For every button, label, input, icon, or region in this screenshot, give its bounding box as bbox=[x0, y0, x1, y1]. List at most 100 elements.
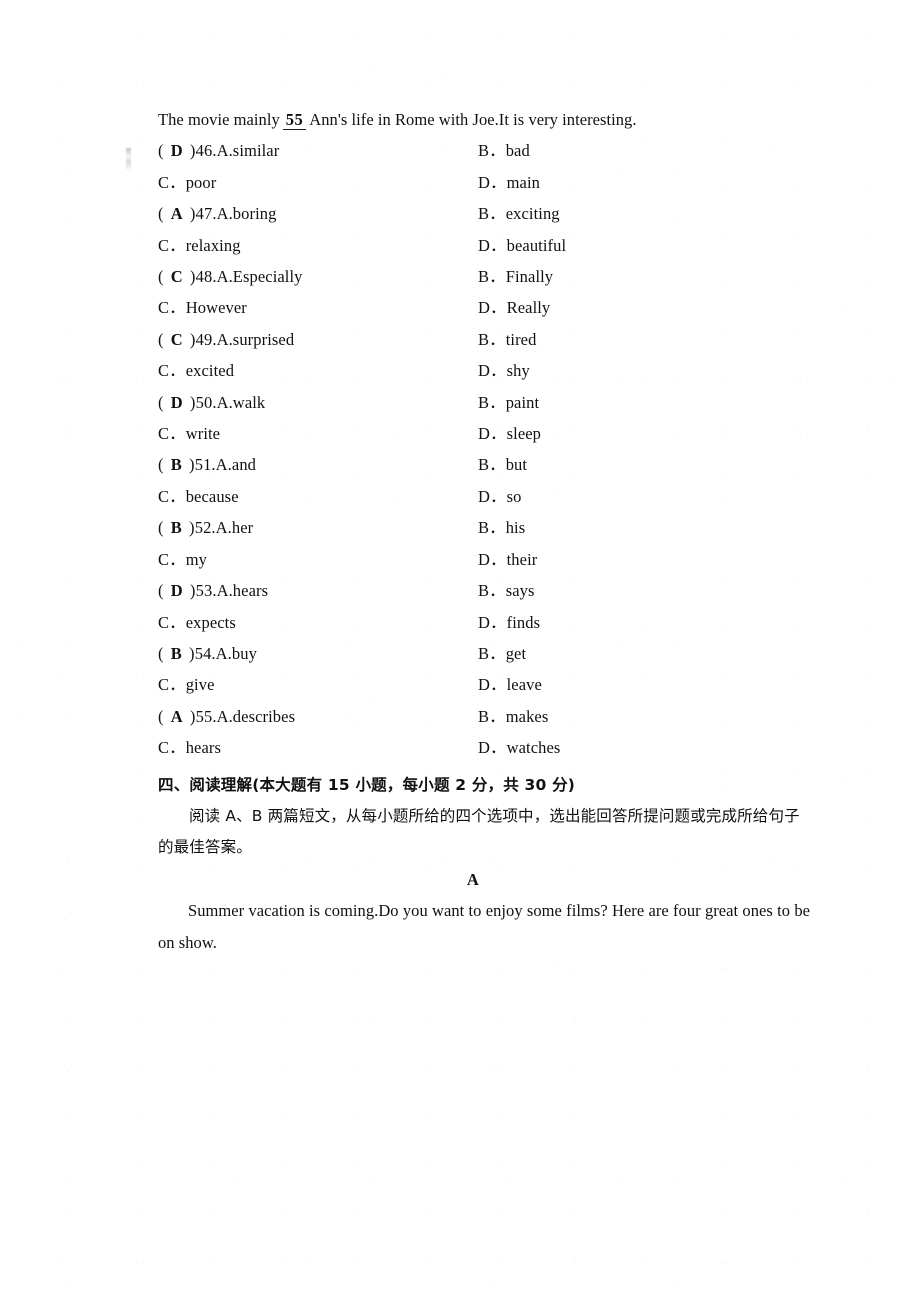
answer-letter-53[interactable]: D bbox=[171, 581, 183, 600]
option-47-b[interactable]: B．exciting bbox=[478, 204, 560, 223]
option-47-c[interactable]: C．relaxing bbox=[158, 236, 241, 255]
option-47-d[interactable]: D．beautiful bbox=[478, 236, 566, 255]
option-50-b[interactable]: B．paint bbox=[478, 393, 539, 412]
question-49-option-c: C．excited bbox=[158, 355, 478, 386]
question-number-50: 50. bbox=[195, 392, 217, 412]
question-row-51-ab: (B)51.A.and B．but bbox=[158, 449, 810, 480]
answer-letter-48[interactable]: C bbox=[171, 267, 183, 286]
answer-bracket-open: ( bbox=[158, 518, 164, 538]
answer-bracket-open: ( bbox=[158, 392, 164, 412]
option-55-b[interactable]: B．makes bbox=[478, 707, 548, 726]
section-heading-reading-comprehension: 四、阅读理解(本大题有 15 小题，每小题 2 分，共 30 分) bbox=[158, 775, 576, 794]
option-49-c[interactable]: C．excited bbox=[158, 361, 234, 380]
option-48-c[interactable]: C．However bbox=[158, 298, 247, 317]
option-52-d[interactable]: D．their bbox=[478, 550, 537, 569]
option-53-c[interactable]: C．expects bbox=[158, 613, 236, 632]
question-row-48-ab: (C)48.A.Especially B．Finally bbox=[158, 261, 810, 292]
option-54-d[interactable]: D．leave bbox=[478, 675, 542, 694]
question-row-49-ab: (C)49.A.surprised B．tired bbox=[158, 324, 810, 355]
answer-bracket-open: ( bbox=[158, 141, 164, 161]
option-51-b[interactable]: B．but bbox=[478, 455, 527, 474]
reading-instruction-text: 阅读 A、B 两篇短文，从每小题所给的四个选项中，选出能回答所提问题或完成所给句… bbox=[158, 806, 800, 857]
question-row-46-cd: C．poor D．main bbox=[158, 167, 810, 198]
option-46-c[interactable]: C．poor bbox=[158, 173, 216, 192]
option-50-d[interactable]: D．sleep bbox=[478, 424, 541, 443]
question-row-48-cd: C．However D．Really bbox=[158, 292, 810, 323]
question-46-option-c: C．poor bbox=[158, 167, 478, 198]
answer-letter-52[interactable]: B bbox=[171, 518, 182, 537]
question-51-answer-and-option-a: (B)51.A.and bbox=[158, 449, 478, 480]
option-46-b[interactable]: B．bad bbox=[478, 141, 530, 160]
question-50-option-c: C．write bbox=[158, 418, 478, 449]
option-54-c[interactable]: C．give bbox=[158, 675, 215, 694]
answer-bracket-open: ( bbox=[158, 581, 164, 601]
option-54-a[interactable]: A.buy bbox=[216, 644, 257, 663]
option-55-a[interactable]: A.describes bbox=[217, 707, 296, 726]
question-55-answer-and-option-a: (A)55.A.describes bbox=[158, 701, 478, 732]
option-53-b[interactable]: B．says bbox=[478, 581, 535, 600]
question-50-option-b: B．paint bbox=[478, 387, 810, 418]
option-48-d[interactable]: D．Really bbox=[478, 298, 550, 317]
question-row-54-ab: (B)54.A.buy B．get bbox=[158, 638, 810, 669]
question-49-option-b: B．tired bbox=[478, 324, 810, 355]
option-50-a[interactable]: A.walk bbox=[217, 393, 266, 412]
answer-letter-49[interactable]: C bbox=[171, 330, 183, 349]
answer-letter-46[interactable]: D bbox=[171, 141, 183, 160]
question-51-option-c: C．because bbox=[158, 481, 478, 512]
answer-letter-55[interactable]: A bbox=[171, 707, 183, 726]
option-52-c[interactable]: C．my bbox=[158, 550, 207, 569]
question-52-option-b: B．his bbox=[478, 512, 810, 543]
option-55-d[interactable]: D．watches bbox=[478, 738, 560, 757]
question-row-52-ab: (B)52.A.her B．his bbox=[158, 512, 810, 543]
question-54-option-d: D．leave bbox=[478, 669, 810, 700]
cloze-stem-sentence: The movie mainly 55 Ann's life in Rome wit… bbox=[158, 104, 810, 135]
question-53-option-d: D．finds bbox=[478, 607, 810, 638]
option-51-c[interactable]: C．because bbox=[158, 487, 239, 506]
answer-letter-50[interactable]: D bbox=[171, 393, 183, 412]
option-48-a[interactable]: A.Especially bbox=[217, 267, 303, 286]
question-51-option-b: B．but bbox=[478, 449, 810, 480]
option-53-d[interactable]: D．finds bbox=[478, 613, 540, 632]
question-row-46-ab: (D)46.A.similar B．bad bbox=[158, 135, 810, 166]
option-49-b[interactable]: B．tired bbox=[478, 330, 536, 349]
option-51-a[interactable]: A.and bbox=[216, 455, 256, 474]
question-number-51: 51. bbox=[194, 455, 216, 475]
option-46-a[interactable]: A.similar bbox=[217, 141, 280, 160]
question-row-49-cd: C．excited D．shy bbox=[158, 355, 810, 386]
option-49-d[interactable]: D．shy bbox=[478, 361, 530, 380]
question-row-51-cd: C．because D．so bbox=[158, 481, 810, 512]
option-46-d[interactable]: D．main bbox=[478, 173, 540, 192]
question-47-option-b: B．exciting bbox=[478, 198, 810, 229]
question-row-54-cd: C．give D．leave bbox=[158, 669, 810, 700]
question-49-answer-and-option-a: (C)49.A.surprised bbox=[158, 324, 478, 355]
question-52-option-c: C．my bbox=[158, 544, 478, 575]
question-row-55-cd: C．hears D．watches bbox=[158, 732, 810, 763]
question-row-47-ab: (A)47.A.boring B．exciting bbox=[158, 198, 810, 229]
option-48-b[interactable]: B．Finally bbox=[478, 267, 553, 286]
question-54-option-b: B．get bbox=[478, 638, 810, 669]
question-52-option-d: D．their bbox=[478, 544, 810, 575]
question-50-answer-and-option-a: (D)50.A.walk bbox=[158, 387, 478, 418]
question-51-option-d: D．so bbox=[478, 481, 810, 512]
answer-bracket-open: ( bbox=[158, 267, 164, 287]
question-54-answer-and-option-a: (B)54.A.buy bbox=[158, 638, 478, 669]
question-55-option-b: B．makes bbox=[478, 701, 810, 732]
question-53-option-b: B．says bbox=[478, 575, 810, 606]
question-47-option-d: D．beautiful bbox=[478, 230, 810, 261]
question-53-answer-and-option-a: (D)53.A.hears bbox=[158, 575, 478, 606]
stem-text-before: The movie mainly bbox=[158, 110, 280, 129]
option-50-c[interactable]: C．write bbox=[158, 424, 220, 443]
option-53-a[interactable]: A.hears bbox=[217, 581, 269, 600]
question-46-option-b: B．bad bbox=[478, 135, 810, 166]
option-55-c[interactable]: C．hears bbox=[158, 738, 221, 757]
answer-letter-47[interactable]: A bbox=[171, 204, 183, 223]
option-54-b[interactable]: B．get bbox=[478, 644, 526, 663]
answer-letter-54[interactable]: B bbox=[171, 644, 182, 663]
option-52-b[interactable]: B．his bbox=[478, 518, 525, 537]
option-52-a[interactable]: A.her bbox=[216, 518, 254, 537]
answer-letter-51[interactable]: B bbox=[171, 455, 182, 474]
option-51-d[interactable]: D．so bbox=[478, 487, 522, 506]
option-49-a[interactable]: A.surprised bbox=[217, 330, 295, 349]
option-47-a[interactable]: A.boring bbox=[217, 204, 277, 223]
exam-page: The movie mainly 55 Ann's life in Rome wit… bbox=[0, 0, 920, 1302]
